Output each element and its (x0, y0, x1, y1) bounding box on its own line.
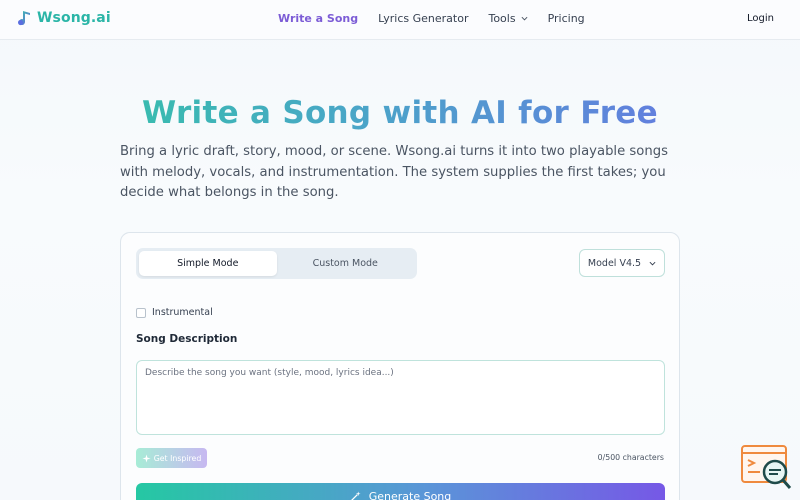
brand-link[interactable]: Wsong.ai (17, 10, 111, 26)
page-title: Write a Song with AI for Free (0, 95, 800, 131)
login-link[interactable]: Login (747, 13, 774, 24)
nav-lyrics-generator[interactable]: Lyrics Generator (378, 12, 468, 25)
nav-write-a-song[interactable]: Write a Song (278, 12, 358, 25)
model-select[interactable]: Model V4.5 (579, 249, 665, 277)
instrumental-checkbox[interactable] (136, 307, 146, 318)
brand-name: Wsong.ai (37, 10, 111, 26)
chevron-down-icon (649, 261, 656, 265)
song-description-label: Song Description (136, 333, 238, 345)
instrumental-option[interactable]: Instrumental (136, 307, 213, 318)
mode-toggle: Simple Mode Custom Mode (136, 248, 417, 279)
character-count: 0/500 characters (597, 453, 664, 462)
nav-tools-label: Tools (488, 12, 516, 25)
simple-mode-tab[interactable]: Simple Mode (139, 251, 277, 276)
nav-tools[interactable]: Tools (488, 12, 528, 25)
get-inspired-label: Get Inspired (153, 453, 202, 463)
magic-wand-icon (350, 490, 361, 500)
nav-pricing[interactable]: Pricing (548, 12, 585, 25)
get-inspired-button[interactable]: Get Inspired (136, 448, 207, 468)
chevron-down-icon (521, 16, 528, 21)
song-form-card: Simple Mode Custom Mode Model V4.5 Instr… (120, 232, 680, 500)
sparkle-icon (142, 453, 151, 463)
top-header: Wsong.ai Write a Song Lyrics Generator T… (0, 0, 800, 40)
instrumental-label: Instrumental (152, 307, 213, 318)
generate-song-button[interactable]: Generate Song (136, 483, 665, 500)
generate-song-label: Generate Song (368, 489, 452, 500)
custom-mode-tab[interactable]: Custom Mode (277, 251, 415, 276)
model-select-value: Model V4.5 (587, 257, 642, 269)
search-chat-icon[interactable] (740, 443, 794, 493)
music-note-icon (18, 11, 30, 26)
main-nav: Write a Song Lyrics Generator Tools Pric… (278, 12, 605, 25)
song-description-input[interactable] (136, 360, 665, 435)
hero-description: Bring a lyric draft, story, mood, or sce… (120, 144, 668, 200)
